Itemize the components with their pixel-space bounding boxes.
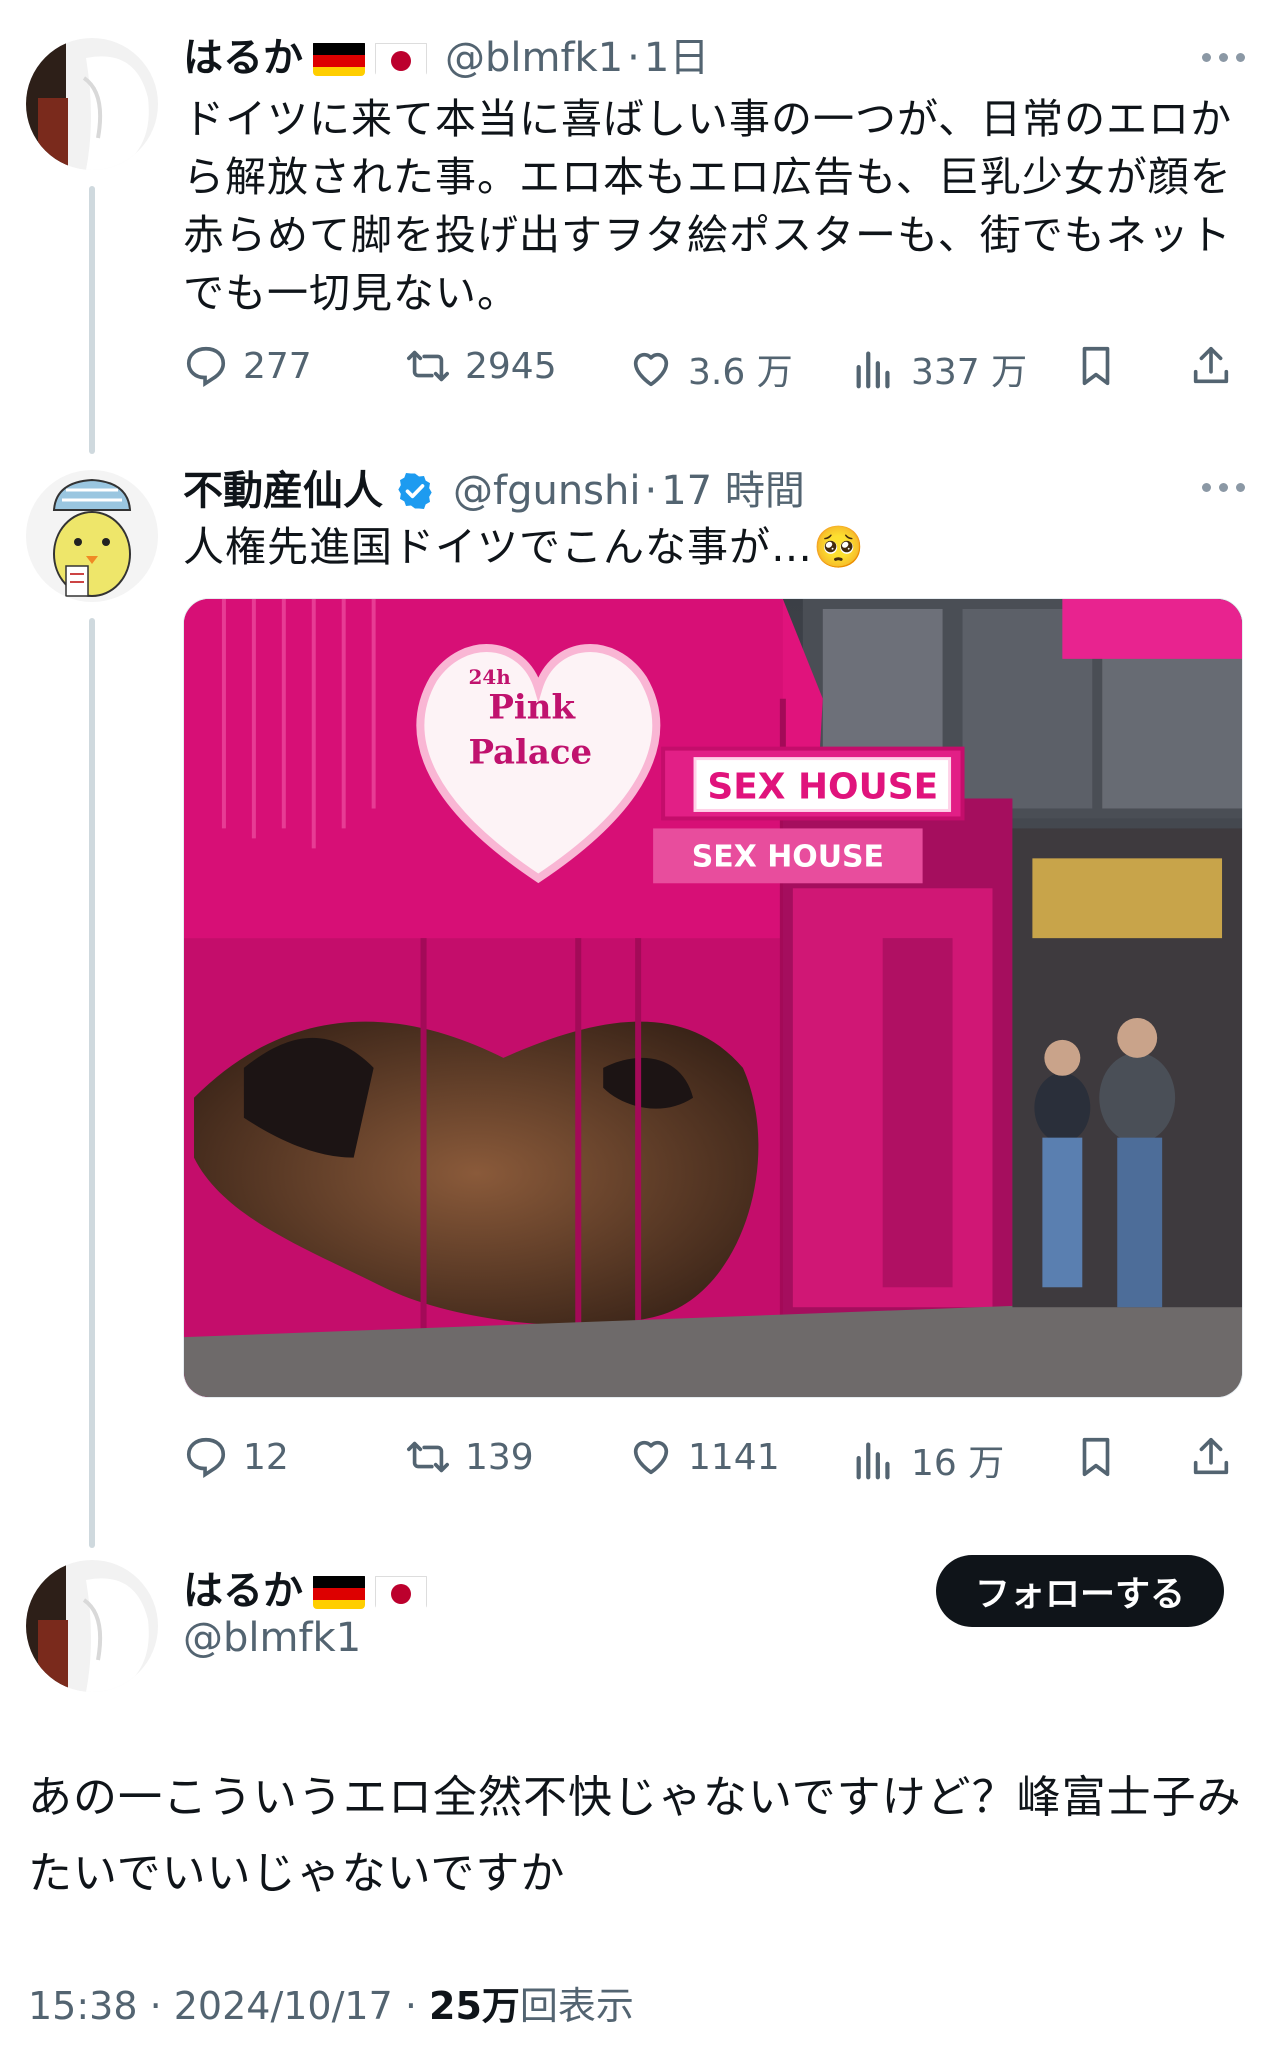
views-button[interactable]: 16 万 [851, 1434, 1004, 1486]
retweet-icon [407, 1441, 449, 1473]
avatar[interactable] [26, 38, 158, 170]
tweet-header: はるか @blmfk1 · 1日 [183, 32, 709, 84]
like-count: 3.6 万 [688, 352, 793, 393]
view-count: 337 万 [911, 352, 1028, 393]
views-button[interactable]: 337 万 [851, 343, 1027, 395]
avatar[interactable] [26, 470, 158, 602]
like-count: 1141 [688, 1436, 780, 1478]
user-handle[interactable]: @blmfk1 [445, 32, 623, 84]
tweet-header: はるか [183, 1565, 445, 1617]
reply-count: 277 [243, 345, 312, 387]
display-name[interactable]: 不動産仙人 [183, 465, 383, 517]
tweet-actions: 12 139 1141 16 万 [183, 1434, 1263, 1494]
view-count: 16 万 [911, 1443, 1005, 1484]
user-handle[interactable]: @fgunshi [453, 465, 640, 517]
share-icon [1193, 346, 1229, 384]
reply-icon [186, 346, 226, 387]
heart-sign-line1: Pink [488, 687, 576, 727]
like-button[interactable]: 1141 [628, 1434, 780, 1480]
tweet-timestamp[interactable]: 15:38 · 2024/10/17 · [28, 1984, 429, 2028]
tweet-time[interactable]: 1日 [644, 32, 709, 84]
more-options-icon[interactable] [1202, 53, 1245, 62]
tweet-meta: 15:38 · 2024/10/17 · 25万回表示 [28, 1975, 634, 2030]
neon-sign-main: SEX HOUSE [707, 767, 938, 808]
share-icon [1193, 1437, 1229, 1475]
share-button[interactable] [1188, 1434, 1234, 1480]
german-flag-icon [313, 40, 365, 76]
tweet-text: 人権先進国ドイツでこんな事が…🥺 [183, 523, 866, 571]
avatar[interactable] [26, 1560, 158, 1692]
tweet-header: 不動産仙人 @fgunshi · 17 時間 [183, 465, 805, 517]
display-name[interactable]: はるか [183, 32, 303, 84]
main-tweet-text: あの一こういうエロ全然不快じゃないですけど？峰富士子みたいでいいじゃないですか [28, 1772, 1242, 1899]
bookmark-icon [1082, 346, 1110, 386]
bookmark-button[interactable] [1073, 1434, 1119, 1480]
tweet-text: ドイツに来て本当に喜ばしい事の一つが、日常のエロから解放された事。エロ本もエロ広… [183, 95, 1233, 317]
heart-sign-top: 24h [468, 665, 511, 689]
share-button[interactable] [1188, 343, 1234, 389]
view-suffix: 回表示 [519, 1984, 634, 2028]
retweet-button[interactable]: 2945 [405, 343, 557, 389]
verified-badge-icon [398, 473, 432, 509]
reply-button[interactable]: 277 [183, 343, 312, 389]
japanese-flag-icon [375, 1573, 427, 1609]
german-flag-icon [313, 1573, 365, 1609]
heart-sign-line2: Palace [468, 732, 592, 772]
reply-button[interactable]: 12 [183, 1434, 289, 1480]
retweet-count: 139 [465, 1436, 534, 1478]
follow-button[interactable]: フォローする [936, 1555, 1224, 1627]
heart-icon [633, 352, 669, 387]
retweet-icon [407, 350, 449, 382]
separator-dot: · [644, 468, 658, 514]
user-handle[interactable]: @blmfk1 [183, 1615, 361, 1661]
view-count: 25万 [429, 1984, 520, 2028]
heart-icon [633, 1440, 669, 1475]
thread-line-2 [89, 618, 95, 1548]
like-button[interactable]: 3.6 万 [628, 343, 793, 395]
retweet-button[interactable]: 139 [405, 1434, 534, 1480]
retweet-count: 2945 [465, 345, 557, 387]
reply-icon [186, 1437, 226, 1478]
bookmark-icon [1082, 1437, 1110, 1477]
tweet-actions: 277 2945 3.6 万 337 万 [183, 343, 1263, 403]
neon-sign-small: SEX HOUSE [692, 839, 884, 874]
views-icon [856, 1442, 890, 1480]
bookmark-button[interactable] [1073, 343, 1119, 389]
thread-line-1 [89, 186, 95, 454]
tweet-time[interactable]: 17 時間 [661, 465, 805, 517]
tweet-photo[interactable]: 24h Pink Palace SEX HOUSE SEX HOUSE [183, 598, 1243, 1398]
reply-count: 12 [243, 1436, 289, 1478]
views-icon [856, 351, 890, 389]
separator-dot: · [627, 35, 640, 81]
japanese-flag-icon [375, 40, 427, 76]
display-name[interactable]: はるか [183, 1565, 303, 1617]
more-options-icon[interactable] [1202, 483, 1245, 492]
